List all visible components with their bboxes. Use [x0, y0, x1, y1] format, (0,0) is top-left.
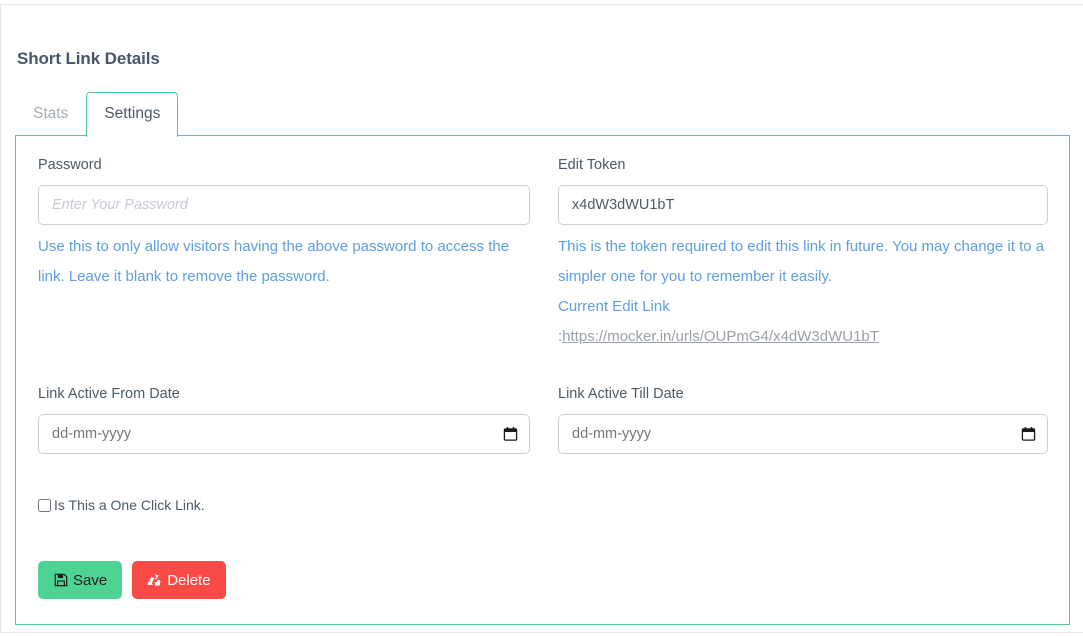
edit-token-input[interactable]	[558, 185, 1048, 225]
tab-bar: Stats Settings	[15, 90, 179, 137]
password-label: Password	[38, 157, 102, 173]
delete-button[interactable]: Delete	[132, 561, 226, 599]
tab-stats[interactable]: Stats	[15, 92, 86, 136]
link-active-from-group: Link Active From Date	[38, 384, 530, 454]
link-active-till-input[interactable]	[558, 414, 1048, 454]
recycle-icon	[147, 573, 162, 588]
form-actions: Save Delete	[38, 561, 226, 599]
tab-stats-label: Stats	[33, 105, 69, 122]
one-click-link-checkbox[interactable]	[38, 498, 51, 512]
password-field-group: Password Use this to only allow visitors…	[38, 155, 530, 292]
link-active-from-wrap	[38, 414, 530, 454]
link-active-till-wrap	[558, 414, 1048, 454]
password-help-text: Use this to only allow visitors having t…	[38, 238, 510, 285]
tab-settings-label: Settings	[104, 105, 161, 122]
one-click-link-label[interactable]: Is This a One Click Link.	[54, 497, 205, 513]
save-button-label: Save	[73, 571, 108, 589]
current-edit-link-label: Current Edit Link	[558, 298, 670, 315]
current-edit-link-url[interactable]: https://mocker.in/urls/OUPmG4/x4dW3dWU1b…	[562, 328, 879, 345]
one-click-link-row: Is This a One Click Link.	[38, 497, 205, 513]
edit-token-label: Edit Token	[558, 157, 626, 173]
edit-token-help-sentence: This is the token required to edit this …	[558, 238, 1045, 285]
current-edit-link-line: :https://mocker.in/urls/OUPmG4/x4dW3dWU1…	[558, 322, 1048, 352]
edit-token-help-text: This is the token required to edit this …	[558, 232, 1048, 352]
link-active-till-label: Link Active Till Date	[558, 386, 684, 402]
edit-token-field-group: Edit Token This is the token required to…	[558, 155, 1048, 352]
save-button[interactable]: Save	[38, 561, 123, 599]
password-input[interactable]	[38, 185, 530, 225]
settings-panel: Password Use this to only allow visitors…	[15, 135, 1070, 625]
link-active-from-label: Link Active From Date	[38, 386, 180, 402]
delete-button-label: Delete	[167, 571, 211, 589]
page-title: Short Link Details	[17, 49, 160, 68]
link-active-till-group: Link Active Till Date	[558, 384, 1048, 454]
floppy-disk-icon	[53, 573, 68, 588]
page-card: Short Link Details Stats Settings Passwo…	[0, 4, 1083, 633]
tab-settings[interactable]: Settings	[86, 92, 179, 137]
link-active-from-input[interactable]	[38, 414, 530, 454]
